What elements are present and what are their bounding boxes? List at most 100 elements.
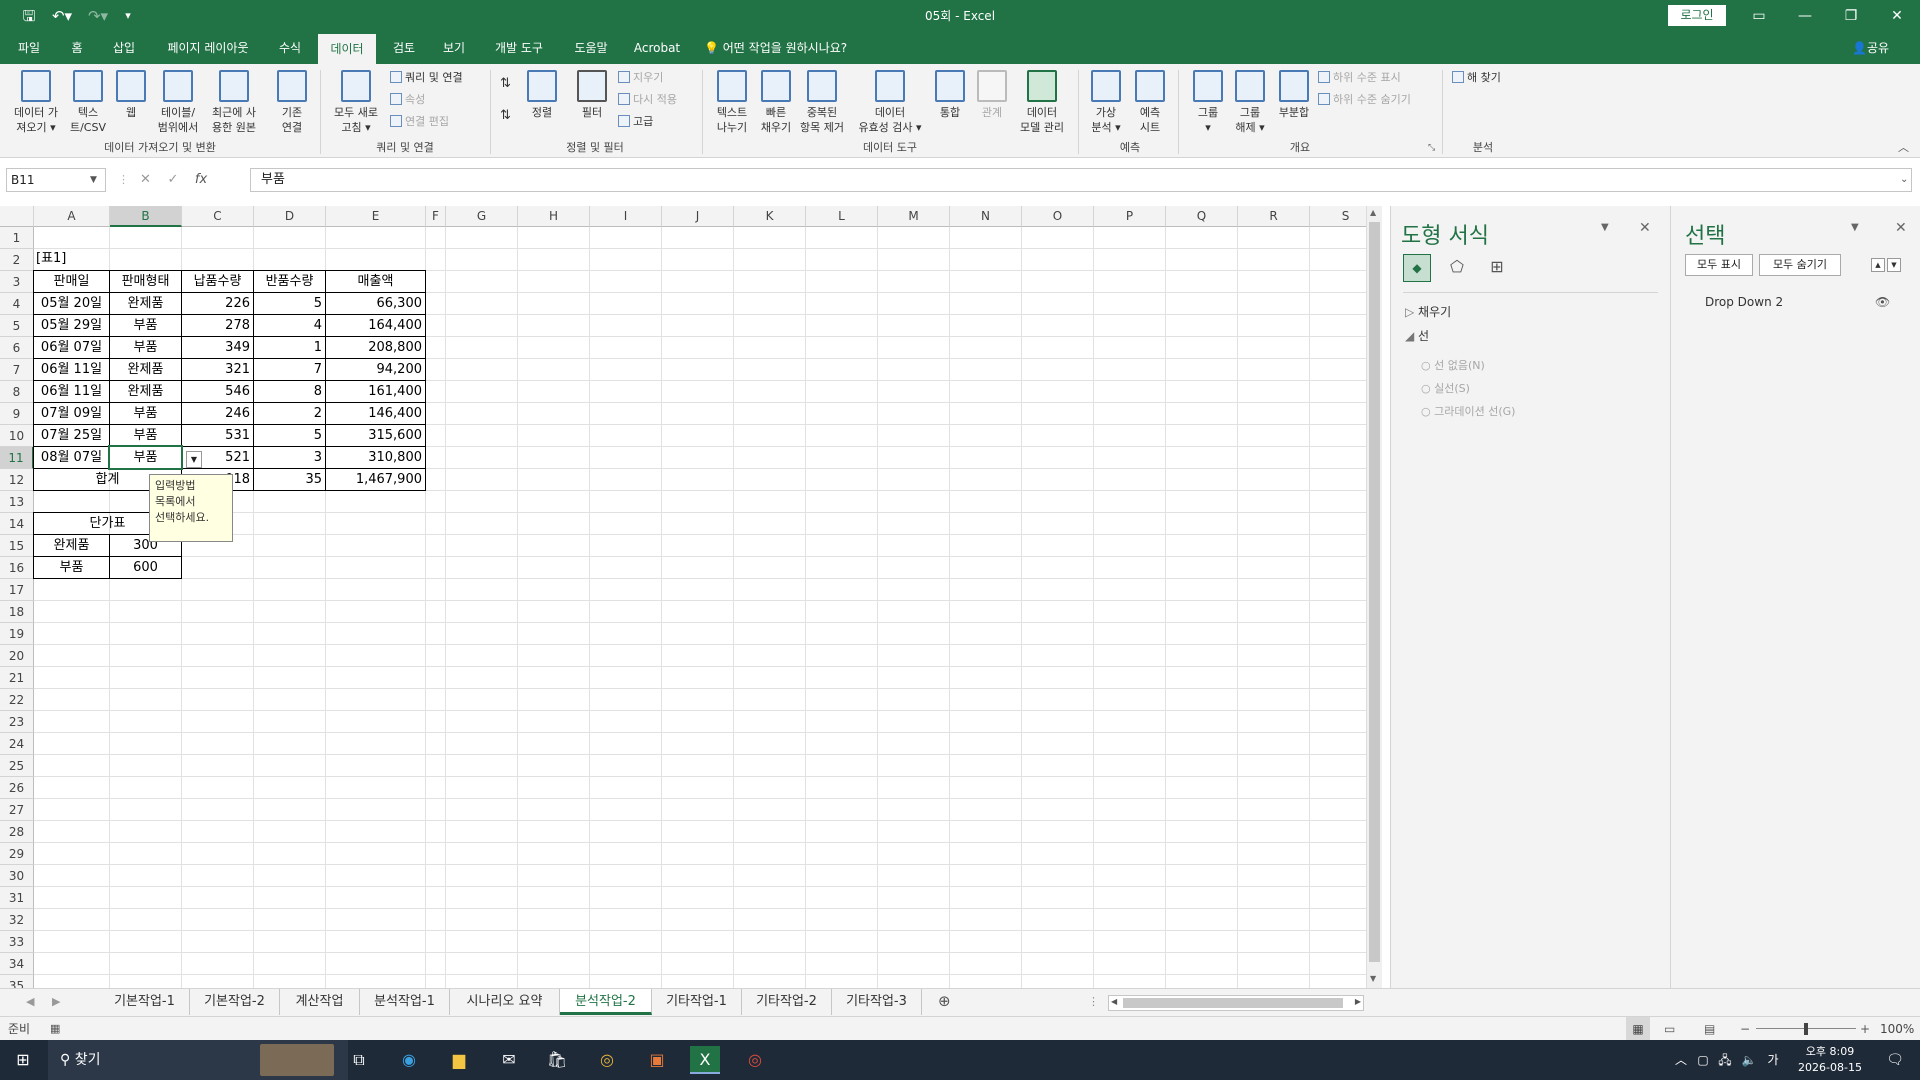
- scroll-right-arrow-icon[interactable]: ▶: [1355, 997, 1361, 1006]
- header-cell[interactable]: 판매형태: [109, 270, 182, 293]
- row-header-1[interactable]: 1: [0, 227, 34, 249]
- formula-input[interactable]: 부품: [250, 168, 1912, 192]
- page-break-view-icon[interactable]: ▤: [1704, 1017, 1715, 1041]
- row-header-15[interactable]: 15: [0, 535, 34, 557]
- column-header-b[interactable]: B: [110, 206, 182, 227]
- column-header-e[interactable]: E: [326, 206, 426, 227]
- sheet-tab[interactable]: 분석작업-1: [360, 989, 450, 1015]
- sheet-tab[interactable]: 기본작업-2: [190, 989, 280, 1015]
- price-type-cell[interactable]: 완제품: [33, 534, 110, 557]
- column-header-r[interactable]: R: [1238, 206, 1310, 227]
- excel-taskbar-icon[interactable]: X: [690, 1046, 720, 1074]
- new-sheet-icon[interactable]: ⊕: [938, 993, 951, 1009]
- solver-button[interactable]: 해 찾기: [1452, 70, 1501, 86]
- row-header-9[interactable]: 9: [0, 403, 34, 425]
- data-cell[interactable]: 94,200: [325, 358, 426, 381]
- data-cell[interactable]: 2: [253, 402, 326, 425]
- row-header-17[interactable]: 17: [0, 579, 34, 601]
- dropdown-arrow-icon[interactable]: ▼: [186, 451, 202, 468]
- column-header-d[interactable]: D: [254, 206, 326, 227]
- advanced-filter-button[interactable]: 고급: [618, 114, 653, 130]
- name-box-dropdown-icon[interactable]: ▼: [90, 172, 97, 188]
- line-gradient-radio[interactable]: ○ 그라데이션 선(G): [1421, 404, 1515, 420]
- sheet-tab[interactable]: 계산작업: [280, 989, 360, 1015]
- login-button[interactable]: 로그인: [1668, 5, 1726, 26]
- row-header-27[interactable]: 27: [0, 799, 34, 821]
- ribbon-display-options-icon[interactable]: ▭: [1736, 0, 1782, 32]
- consolidate-button[interactable]: 통합: [932, 70, 968, 120]
- data-cell[interactable]: 531: [181, 424, 254, 447]
- queries-connections-button[interactable]: 쿼리 및 연결: [390, 70, 463, 86]
- row-header-12[interactable]: 12: [0, 469, 34, 491]
- ime-indicator[interactable]: 가: [1758, 1046, 1788, 1074]
- column-header-o[interactable]: O: [1022, 206, 1094, 227]
- data-cell[interactable]: 06월 07일: [33, 336, 110, 359]
- data-cell[interactable]: 08월 07일: [33, 446, 110, 469]
- save-icon[interactable]: 🖫: [18, 6, 40, 26]
- expand-formula-bar-icon[interactable]: ⌄: [1900, 172, 1908, 188]
- cancel-icon[interactable]: ✕: [140, 172, 151, 187]
- restore-icon[interactable]: ❐: [1828, 0, 1874, 32]
- notification-icon[interactable]: 🗨: [1880, 1046, 1910, 1074]
- fill-line-icon[interactable]: ◆: [1403, 254, 1431, 282]
- fill-section-toggle[interactable]: ▷ 채우기: [1405, 304, 1451, 320]
- zoom-out-icon[interactable]: −: [1740, 1017, 1750, 1041]
- data-cell[interactable]: 66,300: [325, 292, 426, 315]
- show-all-button[interactable]: 모두 표시: [1685, 254, 1753, 276]
- send-backward-icon[interactable]: ▼: [1887, 258, 1901, 272]
- edge-icon[interactable]: ◉: [394, 1046, 424, 1074]
- sheet-tab[interactable]: 기본작업-1: [100, 989, 190, 1015]
- column-header-g[interactable]: G: [446, 206, 518, 227]
- row-header-34[interactable]: 34: [0, 953, 34, 975]
- tab-formulas[interactable]: 수식: [270, 32, 310, 64]
- row-header-11[interactable]: 11: [0, 447, 34, 469]
- data-cell[interactable]: 349: [181, 336, 254, 359]
- hide-all-button[interactable]: 모두 숨기기: [1759, 254, 1841, 276]
- show-detail-button[interactable]: 하위 수준 표시: [1318, 70, 1401, 86]
- data-cell[interactable]: 06월 11일: [33, 358, 110, 381]
- total-cell[interactable]: 35: [253, 468, 326, 491]
- row-header-30[interactable]: 30: [0, 865, 34, 887]
- scroll-up-arrow-icon[interactable]: ▲: [1370, 208, 1376, 217]
- row-header-5[interactable]: 5: [0, 315, 34, 337]
- tab-acrobat[interactable]: Acrobat: [630, 32, 684, 64]
- pane-options-icon[interactable]: ▼: [1601, 222, 1609, 233]
- eye-icon[interactable]: 👁: [1875, 294, 1890, 310]
- column-header-h[interactable]: H: [518, 206, 590, 227]
- data-cell[interactable]: 07월 09일: [33, 402, 110, 425]
- page-layout-view-icon[interactable]: ▭: [1664, 1017, 1675, 1041]
- column-header-j[interactable]: J: [662, 206, 734, 227]
- data-cell[interactable]: 7: [253, 358, 326, 381]
- sort-descending-button[interactable]: ⇅: [500, 108, 511, 124]
- size-properties-icon[interactable]: ⊞: [1483, 254, 1511, 282]
- row-header-18[interactable]: 18: [0, 601, 34, 623]
- row-header-20[interactable]: 20: [0, 645, 34, 667]
- worksheet-grid[interactable]: A B C D E F G H I J K L M N O P Q R S 1 2 3 4 5 6 7 8 9 10 11 12 13 14 15…: [0, 206, 1372, 988]
- row-header-6[interactable]: 6: [0, 337, 34, 359]
- horizontal-scrollbar[interactable]: ◀ ▶: [1108, 995, 1364, 1011]
- data-cell[interactable]: 부품: [109, 336, 182, 359]
- ungroup-button[interactable]: 그룹 해제 ▾: [1230, 70, 1270, 135]
- data-cell[interactable]: 278: [181, 314, 254, 337]
- tab-home[interactable]: 홈: [62, 32, 92, 64]
- selection-item[interactable]: Drop Down 2: [1705, 294, 1783, 310]
- row-header-35[interactable]: 35: [0, 975, 34, 988]
- file-explorer-icon[interactable]: ▆: [444, 1046, 474, 1074]
- column-header-k[interactable]: K: [734, 206, 806, 227]
- zoom-in-icon[interactable]: +: [1860, 1017, 1870, 1041]
- data-cell[interactable]: 5: [253, 292, 326, 315]
- column-header-p[interactable]: P: [1094, 206, 1166, 227]
- relationships-button[interactable]: 관계: [974, 70, 1010, 120]
- windows-start-icon[interactable]: ⊞: [8, 1046, 38, 1074]
- pane-options-icon[interactable]: ▼: [1851, 222, 1859, 233]
- scroll-tabs-left-icon[interactable]: ◀: [26, 994, 34, 1010]
- vertical-scrollbar[interactable]: ▲ ▼: [1366, 206, 1382, 988]
- data-cell[interactable]: 146,400: [325, 402, 426, 425]
- data-cell[interactable]: 161,400: [325, 380, 426, 403]
- header-cell[interactable]: 판매일: [33, 270, 110, 293]
- row-header-26[interactable]: 26: [0, 777, 34, 799]
- tab-developer[interactable]: 개발 도구: [486, 32, 552, 64]
- minimize-icon[interactable]: —: [1782, 0, 1828, 32]
- header-cell[interactable]: 납품수량: [181, 270, 254, 293]
- data-cell[interactable]: 315,600: [325, 424, 426, 447]
